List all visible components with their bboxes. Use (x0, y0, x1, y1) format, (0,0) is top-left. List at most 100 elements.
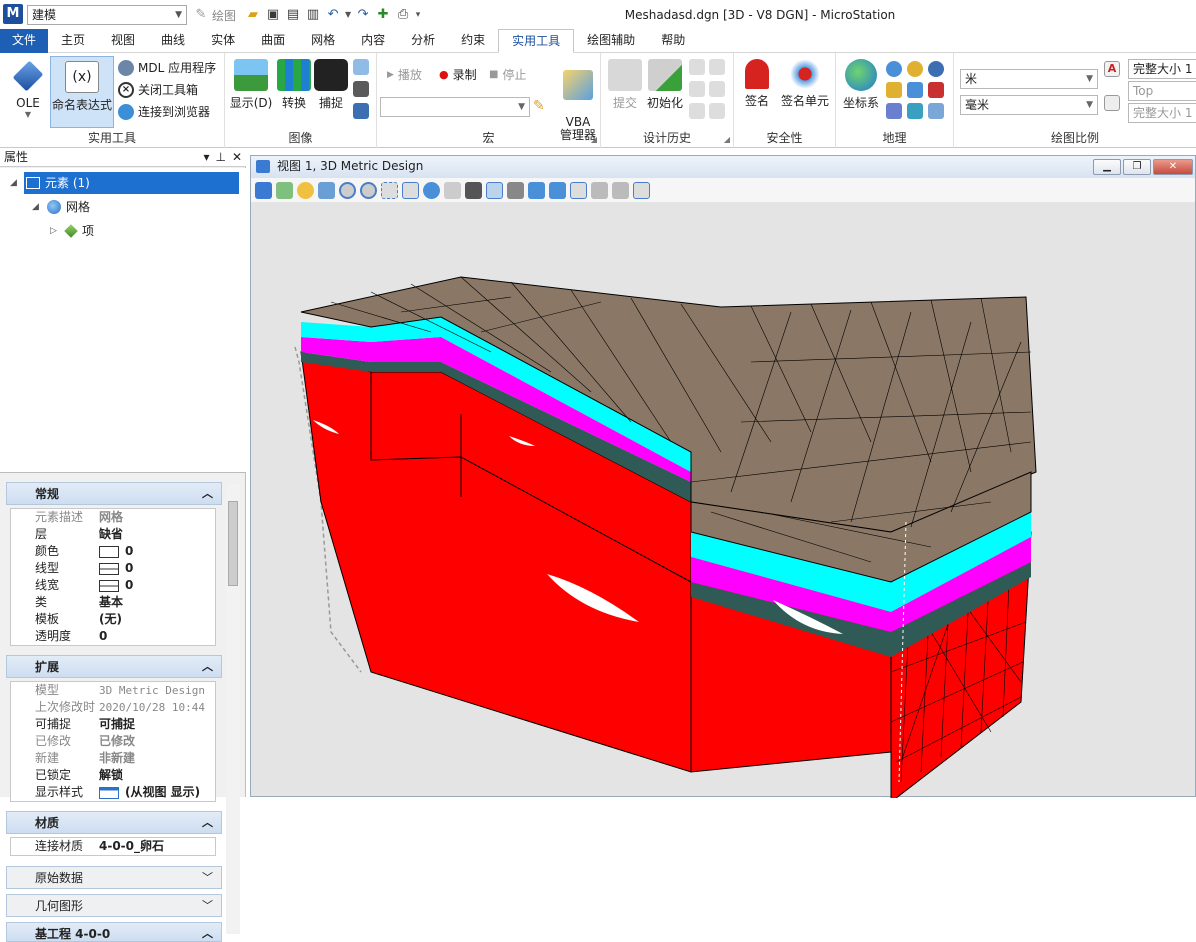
camera-icon[interactable] (486, 181, 503, 199)
zoom-out-icon[interactable] (360, 181, 377, 199)
connect-browser-button[interactable]: 连接到浏览器 (118, 103, 210, 120)
tab-surfaces[interactable]: 曲面 (248, 29, 298, 53)
clip-volume-icon[interactable] (591, 181, 608, 199)
property-row[interactable]: 已锁定 解锁 (11, 767, 215, 784)
section-extended-header[interactable]: 扩展 ︿ (6, 655, 222, 678)
workflow-select[interactable]: 建模 ▼ (27, 5, 187, 25)
tab-mesh[interactable]: 网格 (298, 29, 348, 53)
sub-unit-select[interactable]: 毫米 ▼ (960, 95, 1098, 115)
geo-tool-5-icon[interactable] (907, 82, 923, 98)
view-previous-arrow-icon[interactable] (528, 181, 545, 199)
geo-tool-6-icon[interactable] (928, 82, 944, 98)
undo-dropdown-icon[interactable]: ▼ (344, 6, 352, 24)
tab-solids[interactable]: 实体 (198, 29, 248, 53)
display-style-icon[interactable] (276, 181, 293, 199)
tab-analysis[interactable]: 分析 (398, 29, 448, 53)
property-row[interactable]: 模板 (无) (11, 611, 215, 628)
geo-tool-7-icon[interactable] (886, 103, 902, 119)
section-raw-data-header[interactable]: 原始数据 ﹀ (6, 866, 222, 889)
close-icon[interactable]: ✕ (232, 149, 242, 166)
collapsed-triangle-icon[interactable]: ▷ (50, 220, 60, 242)
section-general-header[interactable]: 常规 ︿ (6, 482, 222, 505)
tab-utilities[interactable]: 实用工具 (498, 29, 575, 53)
sign-cell-button[interactable]: 签名单元 (776, 59, 834, 109)
section-geometry-header[interactable]: 几何图形 ﹀ (6, 894, 222, 917)
mdl-apps-button[interactable]: MDL 应用程序 (118, 59, 216, 76)
scrollbar-thumb[interactable] (228, 501, 238, 586)
drawing-scale-select[interactable]: 完整大小 1 (1128, 103, 1196, 123)
customize-qat-icon[interactable]: ▾ (414, 6, 422, 24)
tree-node-item[interactable]: ▷ 项 (50, 220, 94, 242)
tab-drawing-aids[interactable]: 绘图辅助 (574, 29, 648, 53)
property-row[interactable]: 层 缺省 (11, 526, 215, 543)
lighting-icon[interactable] (297, 181, 314, 199)
scale-settings-icon[interactable] (1104, 95, 1120, 111)
ole-button[interactable]: OLE ▼ (8, 59, 48, 119)
view-previous-icon[interactable] (507, 181, 524, 199)
view-next-arrow-icon[interactable] (549, 181, 566, 199)
panel-menu-icon[interactable]: ▾ (203, 149, 209, 166)
undo-icon[interactable]: ↶ (324, 6, 342, 24)
geo-tool-3-icon[interactable] (928, 61, 944, 77)
fit-view-icon[interactable] (402, 181, 419, 199)
redo-icon[interactable]: ↷ (354, 6, 372, 24)
pin-icon[interactable]: ⊥ (215, 149, 225, 166)
property-row[interactable]: 类 基本 (11, 594, 215, 611)
property-row[interactable]: 连接材质 4-0-0_卵石 (11, 838, 215, 855)
close-toolbox-button[interactable]: × 关闭工具箱 (118, 81, 198, 98)
expanded-triangle-icon[interactable]: ◢ (10, 172, 17, 194)
tab-home[interactable]: 主页 (48, 29, 98, 53)
property-row[interactable]: 新建 非新建 (11, 750, 215, 767)
tab-curves[interactable]: 曲线 (148, 29, 198, 53)
property-row[interactable]: 颜色 0 (11, 543, 215, 560)
record-button[interactable]: ● 录制 (439, 66, 477, 83)
property-row[interactable]: 可捕捉 可捕捉 (11, 716, 215, 733)
print-icon[interactable]: ⎙ (394, 6, 412, 24)
history-tool-2-icon[interactable] (709, 59, 725, 75)
open-folder-icon[interactable]: ▰ (244, 6, 262, 24)
history-tool-4-icon[interactable] (709, 81, 725, 97)
tree-node-elements[interactable]: ◢ 元素 (1) (10, 172, 239, 194)
saved-views-icon[interactable] (633, 181, 650, 199)
clip-mask-icon[interactable] (612, 181, 629, 199)
property-row[interactable]: 元素描述 网格 (11, 509, 215, 526)
annotation-scale-icon[interactable]: A (1104, 61, 1120, 77)
tab-view[interactable]: 视图 (98, 29, 148, 53)
walk-icon[interactable] (465, 181, 482, 199)
tab-constraints[interactable]: 约束 (448, 29, 498, 53)
named-expression-button[interactable]: (x) 命名表达式 (50, 56, 114, 128)
close-button[interactable]: ✕ (1153, 159, 1193, 175)
tree-node-mesh[interactable]: ◢ 网格 (32, 196, 90, 218)
geo-tool-1-icon[interactable] (886, 61, 902, 77)
pencil-icon[interactable]: ✎ (533, 98, 545, 114)
property-row[interactable]: 透明度 0 (11, 628, 215, 645)
property-row[interactable]: 线型 0 (11, 560, 215, 577)
pan-view-icon[interactable] (444, 181, 461, 199)
history-tool-3-icon[interactable] (689, 81, 705, 97)
draw-label[interactable]: 绘图 (212, 7, 236, 24)
view-select[interactable]: Top (1128, 81, 1196, 101)
macro-select[interactable]: ▼ (380, 97, 530, 117)
zoom-in-icon[interactable] (339, 181, 356, 199)
section-material-header[interactable]: 材质 ︿ (6, 811, 222, 834)
play-button[interactable]: ▶ 播放 (387, 66, 422, 83)
property-row[interactable]: 上次修改时 2020/10/28 10:44 (11, 699, 215, 716)
property-row[interactable]: 模型 3D Metric Design (11, 682, 215, 699)
display-image-button[interactable]: 显示(D) (229, 59, 273, 111)
dialog-launcher-icon[interactable]: ◢ (591, 135, 597, 144)
update-view-icon[interactable] (318, 181, 335, 199)
copy-view-icon[interactable] (570, 181, 587, 199)
commit-button[interactable]: 提交 (607, 59, 643, 111)
window-area-icon[interactable] (381, 181, 398, 199)
history-tool-6-icon[interactable] (709, 103, 725, 119)
rotate-view-icon[interactable] (423, 181, 440, 199)
property-row[interactable]: 显示样式 (从视图 显示) (11, 784, 215, 801)
coordinate-system-button[interactable]: 坐标系 (840, 59, 882, 111)
pin-icon[interactable]: ✚ (374, 6, 392, 24)
master-unit-select[interactable]: 米 ▼ (960, 69, 1098, 89)
sign-button[interactable]: 签名 (740, 59, 774, 109)
property-row[interactable]: 线宽 0 (11, 577, 215, 594)
tab-content[interactable]: 内容 (348, 29, 398, 53)
section-project-header[interactable]: 基工程 4-0-0 ︿ (6, 922, 222, 942)
capture-button[interactable]: 捕捉 (313, 59, 349, 111)
